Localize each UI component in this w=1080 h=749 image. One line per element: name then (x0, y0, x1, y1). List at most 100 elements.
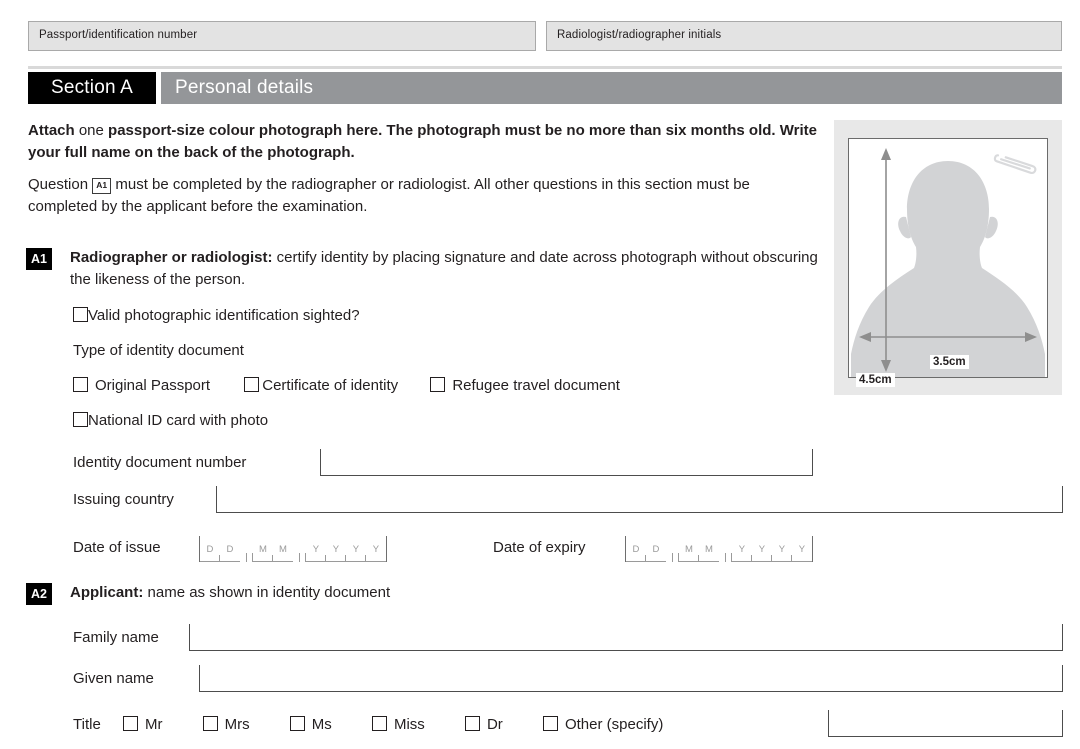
doc-type-label: Type of identity document (73, 341, 244, 361)
date-expiry-d1[interactable]: D (626, 536, 646, 562)
date-issue-d1[interactable]: D (200, 536, 220, 562)
section-banner: Section A Personal details (28, 72, 1062, 104)
date-issue-y3[interactable]: Y (346, 536, 366, 562)
date-expiry-d2[interactable]: D (646, 536, 666, 562)
date-issue-day-group[interactable]: D D (200, 536, 240, 562)
doc-type-checkbox-row-2[interactable]: National ID card with photo (73, 411, 268, 431)
date-expiry-y3[interactable]: Y (772, 536, 792, 562)
checkbox-item-other[interactable]: Other (specify) (543, 715, 663, 735)
intro-bold-lead: Attach (28, 122, 75, 139)
title-checkbox-row: Title Mr Mrs Ms Miss Dr Other (specify) (73, 715, 663, 735)
checkbox-item-original-passport[interactable]: Original Passport (73, 376, 210, 396)
date-expiry-day-group[interactable]: D D (626, 536, 666, 562)
title-label: Title (73, 716, 101, 733)
photo-placeholder-panel: 4.5cm 3.5cm (834, 120, 1062, 395)
date-expiry-y1[interactable]: Y (732, 536, 752, 562)
given-name-input[interactable] (199, 665, 1063, 692)
issuing-country-input[interactable] (216, 486, 1063, 513)
issuing-country-label: Issuing country (73, 491, 174, 508)
date-issue-month-group[interactable]: M M (253, 536, 293, 562)
date-expiry-y4[interactable]: Y (792, 536, 812, 562)
family-name-label: Family name (73, 629, 159, 646)
passport-number-field[interactable]: Passport/identification number (28, 21, 536, 51)
date-of-issue-label: Date of issue (73, 539, 161, 556)
checkbox-refugee-travel-document[interactable] (430, 377, 445, 392)
date-issue-y2[interactable]: Y (326, 536, 346, 562)
date-expiry-m1[interactable]: M (679, 536, 699, 562)
title-other-specify-field[interactable] (828, 703, 1063, 737)
checkbox-certificate-of-identity-label: Certificate of identity (262, 377, 398, 394)
date-expiry-m2[interactable]: M (699, 536, 719, 562)
identity-document-number-input[interactable] (320, 449, 813, 476)
date-issue-m2[interactable]: M (273, 536, 293, 562)
checkbox-item-mrs[interactable]: Mrs (203, 715, 250, 735)
checkbox-miss-label: Miss (394, 716, 425, 733)
issuing-country-field[interactable]: Issuing country (73, 479, 1063, 513)
date-of-issue-boxes[interactable]: D D M M Y Y Y Y (199, 536, 387, 562)
radiologist-initials-field[interactable]: Radiologist/radiographer initials (546, 21, 1062, 51)
family-name-input[interactable] (189, 624, 1063, 651)
checkbox-national-id-card-label: National ID card with photo (88, 412, 268, 429)
date-of-expiry-label: Date of expiry (493, 539, 586, 556)
passport-number-label: Passport/identification number (29, 30, 197, 42)
question-a2-badge: A2 (26, 583, 52, 605)
checkbox-other[interactable] (543, 716, 558, 731)
date-issue-gap-2 (299, 536, 306, 562)
checkbox-mrs-label: Mrs (225, 716, 250, 733)
question-a2-body: name as shown in identity document (143, 584, 390, 601)
question-instruction-paragraph: Question A1 must be completed by the rad… (28, 174, 818, 218)
checkbox-certificate-of-identity[interactable] (244, 377, 259, 392)
date-issue-d2[interactable]: D (220, 536, 240, 562)
checkbox-item-certificate-of-identity[interactable]: Certificate of identity (244, 376, 398, 396)
identity-document-number-field[interactable]: Identity document number (73, 442, 813, 476)
inline-a1-badge: A1 (92, 178, 111, 194)
intro-regular-word: one (75, 122, 108, 139)
title-other-specify-input[interactable] (828, 710, 1063, 737)
date-issue-y4[interactable]: Y (366, 536, 386, 562)
question-post-text: must be completed by the radiographer or… (28, 176, 750, 215)
radiologist-initials-label: Radiologist/radiographer initials (547, 30, 721, 42)
banner-top-rule (28, 66, 1062, 69)
checkbox-miss[interactable] (372, 716, 387, 731)
checkbox-item-ms[interactable]: Ms (290, 715, 332, 735)
date-expiry-month-group[interactable]: M M (679, 536, 719, 562)
section-tag: Section A (28, 72, 156, 104)
checkbox-mr[interactable] (123, 716, 138, 731)
checkbox-item-dr[interactable]: Dr (465, 715, 503, 735)
date-issue-y1[interactable]: Y (306, 536, 326, 562)
date-issue-gap-1 (246, 536, 253, 562)
question-a2-text: Applicant: name as shown in identity doc… (70, 582, 820, 604)
checkbox-id-sighted[interactable] (73, 307, 88, 322)
id-sighted-checkbox-row[interactable]: Valid photographic identification sighte… (73, 306, 360, 326)
question-a1-bold-lead: Radiographer or radiologist: (70, 249, 273, 266)
checkbox-item-mr[interactable]: Mr (123, 715, 163, 735)
date-issue-m1[interactable]: M (253, 536, 273, 562)
date-expiry-gap-1 (672, 536, 679, 562)
photo-diagram (849, 139, 1047, 377)
given-name-field[interactable]: Given name (73, 658, 1063, 692)
question-a1-text: Radiographer or radiologist: certify ide… (70, 247, 820, 291)
date-of-expiry-boxes[interactable]: D D M M Y Y Y Y (625, 536, 813, 562)
checkbox-mrs[interactable] (203, 716, 218, 731)
date-expiry-y2[interactable]: Y (752, 536, 772, 562)
checkbox-item-miss[interactable]: Miss (372, 715, 425, 735)
family-name-field[interactable]: Family name (73, 617, 1063, 651)
checkbox-ms[interactable] (290, 716, 305, 731)
checkbox-dr-label: Dr (487, 716, 503, 733)
checkbox-original-passport[interactable] (73, 377, 88, 392)
checkbox-id-sighted-label: Valid photographic identification sighte… (88, 307, 360, 324)
person-silhouette-icon (851, 161, 1045, 377)
paperclip-icon (994, 155, 1037, 174)
checkbox-item-refugee-travel-document[interactable]: Refugee travel document (430, 376, 620, 396)
question-pre-text: Question (28, 176, 92, 193)
checkbox-dr[interactable] (465, 716, 480, 731)
section-title: Personal details (161, 72, 1062, 104)
given-name-label: Given name (73, 670, 154, 687)
checkbox-national-id-card[interactable] (73, 412, 88, 427)
photo-instruction-paragraph: Attach one passport-size colour photogra… (28, 120, 818, 164)
checkbox-refugee-travel-document-label: Refugee travel document (452, 377, 620, 394)
checkbox-ms-label: Ms (312, 716, 332, 733)
date-expiry-year-group[interactable]: Y Y Y Y (732, 536, 812, 562)
photo-height-label: 4.5cm (856, 373, 895, 387)
date-issue-year-group[interactable]: Y Y Y Y (306, 536, 386, 562)
